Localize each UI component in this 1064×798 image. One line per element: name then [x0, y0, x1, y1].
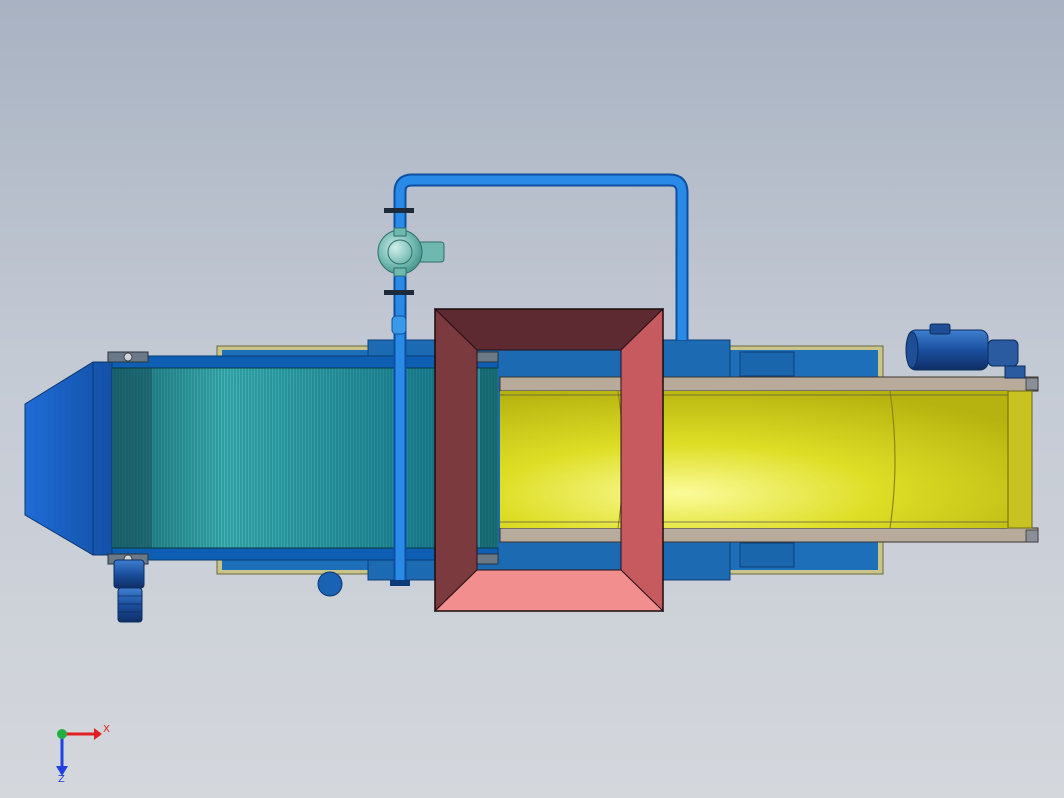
triad-label-z: Z — [58, 774, 65, 785]
water-pump[interactable] — [377, 227, 445, 277]
belt-drive-motor[interactable] — [905, 323, 1026, 379]
triad-y-axis — [57, 729, 67, 739]
discharge-hood[interactable] — [24, 361, 113, 556]
triad-label-x: X — [103, 724, 110, 735]
drain-outlet[interactable] — [317, 571, 343, 597]
cad-viewport[interactable]: X Z — [0, 0, 1064, 798]
axis-triad: X Z — [56, 724, 110, 785]
mesh-drive-motor[interactable] — [113, 559, 145, 623]
belt-conveyor[interactable] — [499, 376, 1039, 543]
